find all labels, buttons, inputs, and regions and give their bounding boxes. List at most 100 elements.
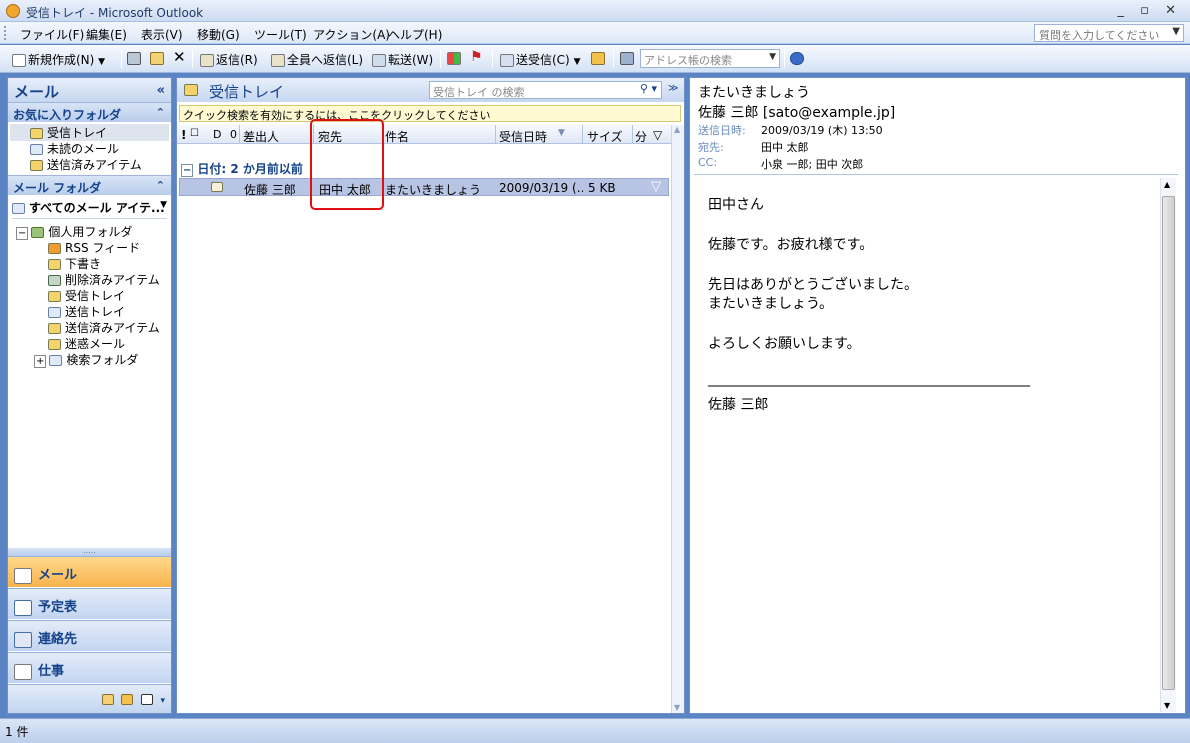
tree-folder-search[interactable]: + 検索フォルダ <box>34 351 138 368</box>
menu-edit[interactable]: 編集(E) <box>86 26 127 43</box>
row-received: 2009/03/19 (… <box>499 181 583 195</box>
nav-button-calendar[interactable]: 予定表 <box>8 588 171 619</box>
scroll-down-icon[interactable]: ▼ <box>1164 701 1170 710</box>
nav-button-mail[interactable]: メール <box>8 556 171 587</box>
quick-search-infobar[interactable]: クイック検索を有効にするには、ここをクリックしてください <box>179 105 681 122</box>
nav-button-contacts[interactable]: 連絡先 <box>8 620 171 651</box>
chevron-down-icon[interactable]: ▼ <box>574 57 581 67</box>
print-button[interactable] <box>127 51 143 65</box>
expand-icon[interactable]: + <box>34 355 47 368</box>
menu-grip[interactable] <box>4 26 7 40</box>
expand-search-icon[interactable]: ≫ <box>668 83 678 94</box>
tree-folder-deleted[interactable]: 削除済みアイテム <box>48 271 160 288</box>
tree-personal-folders[interactable]: − 個人用フォルダ <box>16 223 132 240</box>
shortcuts-icon[interactable] <box>140 694 153 705</box>
search-icon[interactable]: ⚲ ▾ <box>640 82 657 95</box>
favorite-sent[interactable]: 送信済みアイテム <box>30 156 142 173</box>
col-importance[interactable]: ! <box>181 128 186 142</box>
col-size[interactable]: サイズ <box>587 128 623 145</box>
address-book-search[interactable]: アドレス帳の検索 ▼ <box>640 49 780 68</box>
col-from[interactable]: 差出人 <box>243 128 279 145</box>
all-mail-items-dropdown[interactable]: すべてのメール アイテ... ▼ <box>12 199 167 219</box>
tree-folder-drafts[interactable]: 下書き <box>48 255 101 272</box>
move-to-folder-button[interactable] <box>150 51 166 65</box>
nav-splitter-grip[interactable]: ..... <box>8 547 171 556</box>
chevron-down-icon[interactable]: ▾ <box>160 696 165 706</box>
col-flag[interactable]: ▽ <box>653 128 662 142</box>
folder-list-icon[interactable] <box>121 694 134 705</box>
favorite-unread[interactable]: 未読のメール <box>30 140 119 157</box>
ask-question-box[interactable]: 質問を入力してください ▼ <box>1034 24 1184 42</box>
help-button[interactable] <box>790 51 806 65</box>
chevron-down-icon[interactable]: ▼ <box>1172 26 1180 37</box>
nav-button-tasks[interactable]: 仕事 <box>8 652 171 683</box>
scroll-thumb[interactable] <box>1162 196 1175 690</box>
chevron-down-icon[interactable]: ▼ <box>98 57 105 67</box>
collapse-pane-icon[interactable]: « <box>157 83 165 98</box>
window-controls[interactable]: _ ▫ ✕ <box>1118 3 1182 18</box>
nav-button-label: 予定表 <box>38 600 78 615</box>
favorites-header[interactable]: お気に入りフォルダ ⌃ <box>8 102 171 122</box>
col-attachment[interactable]: 0 <box>230 128 237 141</box>
reply-button[interactable]: 返信(R) <box>200 51 258 68</box>
menu-go[interactable]: 移動(G) <box>197 26 240 43</box>
new-button[interactable]: 新規作成(N) ▼ <box>12 51 105 68</box>
menu-tools[interactable]: ツール(T) <box>254 26 307 43</box>
menu-help[interactable]: ヘルプ(H) <box>388 26 442 43</box>
col-received[interactable]: 受信日時 <box>499 128 547 145</box>
categorize-button[interactable] <box>447 51 463 65</box>
contacts-icon <box>14 631 32 648</box>
toolbar-separator <box>613 50 614 68</box>
folder-label: 迷惑メール <box>65 337 126 351</box>
message-sender[interactable]: 佐藤 三郎 [sato@example.jp] <box>698 102 895 122</box>
reply-button-label: 返信(R) <box>216 53 258 67</box>
mail-folders-header[interactable]: メール フォルダ ⌃ <box>8 175 171 195</box>
col-reminder-icon[interactable]: ☐ <box>190 128 199 139</box>
chevron-down-icon[interactable]: ▼ <box>160 200 167 210</box>
to-value[interactable]: 田中 太郎 <box>761 139 809 155</box>
address-search-placeholder: アドレス帳の検索 <box>644 54 732 67</box>
collapse-icon[interactable]: − <box>181 164 194 177</box>
menu-view[interactable]: 表示(V) <box>141 26 183 43</box>
address-book-button[interactable] <box>620 51 636 65</box>
notes-icon[interactable] <box>101 694 114 705</box>
reading-scrollbar[interactable]: ▲ ▼ <box>1160 178 1176 712</box>
tree-folder-inbox[interactable]: 受信トレイ <box>48 287 125 304</box>
tree-folder-sent[interactable]: 送信済みアイテム <box>48 319 160 336</box>
menu-actions[interactable]: アクション(A) <box>313 26 390 43</box>
find-contact-button[interactable] <box>591 51 607 65</box>
favorite-inbox[interactable]: 受信トレイ <box>10 124 169 141</box>
outlook-app-icon[interactable] <box>6 4 20 18</box>
follow-up-button[interactable]: ⚑ <box>470 49 483 65</box>
group-header-row[interactable]: − 日付: 2 か月前以前 <box>177 160 303 177</box>
scroll-up-icon[interactable]: ▲ <box>674 125 680 134</box>
flag-icon[interactable]: ▽ <box>651 179 661 194</box>
cc-value[interactable]: 小泉 一郎; 田中 次郎 <box>761 156 863 172</box>
cc-label: CC: <box>698 156 718 169</box>
toolbar-separator <box>192 50 193 68</box>
collapse-icon[interactable]: − <box>16 227 29 240</box>
col-category[interactable]: 分 <box>635 128 647 145</box>
menu-file[interactable]: ファイル(F) <box>20 26 84 43</box>
col-icon[interactable]: D <box>213 128 221 141</box>
delete-button[interactable]: ✕ <box>173 48 186 66</box>
instant-search-input[interactable]: 受信トレイ の検索 ⚲ ▾ <box>429 81 662 99</box>
folder-label: 受信トレイ <box>65 289 126 303</box>
chevron-up-icon[interactable]: ⌃ <box>156 179 165 192</box>
tree-folder-rss[interactable]: RSS フィード <box>48 239 140 256</box>
nav-button-label: 仕事 <box>38 664 65 679</box>
tree-folder-outbox[interactable]: 送信トレイ <box>48 303 125 320</box>
chevron-up-icon[interactable]: ⌃ <box>156 106 165 119</box>
forward-button-label: 転送(W) <box>388 53 434 67</box>
reply-all-button[interactable]: 全員へ返信(L) <box>271 51 363 68</box>
forward-button[interactable]: 転送(W) <box>372 51 433 68</box>
col-subject[interactable]: 件名 <box>385 128 409 145</box>
scroll-up-icon[interactable]: ▲ <box>1164 180 1170 189</box>
table-row[interactable]: 佐藤 三郎 田中 太郎 またいきましょう 2009/03/19 (… 5 KB … <box>179 178 669 197</box>
tree-folder-junk[interactable]: 迷惑メール <box>48 335 125 352</box>
list-scrollbar[interactable]: ▲ ▼ <box>671 125 684 713</box>
search-folder-icon <box>30 144 43 155</box>
send-receive-button[interactable]: 送受信(C) ▼ <box>500 51 581 68</box>
scroll-down-icon[interactable]: ▼ <box>674 703 680 712</box>
chevron-down-icon[interactable]: ▼ <box>769 52 776 62</box>
